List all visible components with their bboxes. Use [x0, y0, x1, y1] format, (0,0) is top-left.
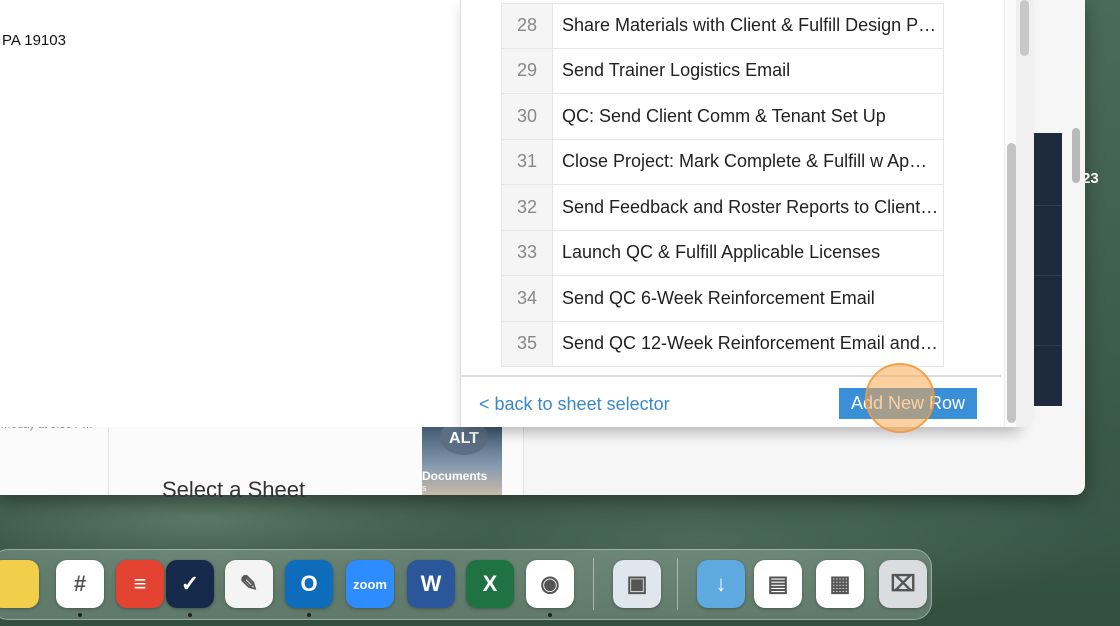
preview-icon[interactable]: ▣	[613, 560, 661, 608]
todoist-icon[interactable]: ≡	[116, 560, 164, 608]
table-row[interactable]: 28 Share Materials with Client & Fulfill …	[501, 3, 944, 49]
table-row[interactable]: 34 Send QC 6-Week Reinforcement Email	[501, 276, 944, 322]
smartsheet-icon[interactable]: ✓	[166, 560, 214, 608]
row-title[interactable]: Share Materials with Client & Fulfill De…	[553, 4, 944, 48]
dock: # ≡ ✓ ✎ Ozoom W X ◉ ▣ ↓ ▤ ▦ ⌧	[0, 549, 932, 620]
address-text: PA 19103	[2, 32, 66, 49]
excel-icon[interactable]: X	[466, 560, 514, 608]
outer-scrollbar-thumb[interactable]	[1020, 0, 1029, 56]
dock-separator	[593, 558, 594, 610]
outer-scrollbar-track[interactable]	[1016, 0, 1034, 427]
textedit-icon[interactable]: ✎	[225, 560, 273, 608]
zoom-icon[interactable]: zoom	[346, 560, 394, 608]
trash-icon[interactable]: ⌧	[879, 560, 927, 608]
window-scrollbar-thumb[interactable]	[1072, 128, 1080, 183]
running-indicator	[78, 613, 82, 617]
word-icon[interactable]: W	[407, 560, 455, 608]
row-title[interactable]: QC: Send Client Comm & Tenant Set Up	[553, 94, 944, 139]
table-row[interactable]: 30 QC: Send Client Comm & Tenant Set Up	[501, 94, 944, 140]
row-title[interactable]: Close Project: Mark Complete & Fulfill w…	[553, 139, 944, 184]
table-row[interactable]: 33 Launch QC & Fulfill Applicable License…	[501, 230, 944, 276]
table-row[interactable]: 31 Close Project: Mark Complete & Fulfill…	[501, 139, 944, 185]
table-row[interactable]: 29 Send Trainer Logistics Email	[501, 48, 944, 94]
alt-documents-tile[interactable]: ALT Documents s	[422, 427, 502, 495]
row-title[interactable]: Launch QC & Fulfill Applicable Licenses	[553, 230, 944, 275]
downloads-folder-icon[interactable]: ↓	[697, 560, 745, 608]
documents-label: Documents	[422, 469, 488, 483]
row-number: 29	[501, 48, 553, 93]
row-number: 33	[501, 230, 553, 275]
documents-sub-label: s	[422, 483, 427, 493]
running-indicator	[307, 613, 311, 617]
row-number: 34	[501, 276, 553, 321]
add-new-row-button[interactable]: Add New Row	[839, 388, 977, 419]
row-number: 31	[501, 139, 553, 184]
address-pane: PA 19103	[0, 0, 462, 427]
row-title[interactable]: Send Feedback and Roster Reports to Clie…	[553, 185, 944, 230]
side-number: 23	[1082, 170, 1099, 187]
spreadsheet-thumbnail-icon[interactable]: ▦	[816, 560, 864, 608]
row-title[interactable]: Send QC 6-Week Reinforcement Email	[553, 276, 944, 321]
row-title[interactable]: Send QC 12-Week Reinforcement Email and…	[553, 321, 944, 366]
slack-icon[interactable]: #	[56, 560, 104, 608]
dock-separator	[677, 558, 678, 610]
document-thumbnail-icon[interactable]: ▤	[754, 560, 802, 608]
dialog-scrollbar-thumb[interactable]	[1007, 143, 1016, 423]
sheet-selector-area: …oday at 3:36 P… Select a Sheet ALT Docu…	[0, 419, 525, 502]
row-title[interactable]: Send Trainer Logistics Email	[553, 48, 944, 93]
rows-table: 28 Share Materials with Client & Fulfill …	[501, 3, 944, 367]
running-indicator	[188, 613, 192, 617]
table-row[interactable]: 35 Send QC 12-Week Reinforcement Email an…	[501, 321, 944, 367]
row-number: 28	[501, 4, 553, 48]
alt-badge: ALT	[440, 427, 488, 455]
chrome-icon[interactable]: ◉	[526, 560, 574, 608]
select-sheet-title: Select a Sheet	[162, 477, 306, 502]
row-number: 35	[501, 321, 553, 366]
running-indicator	[548, 613, 552, 617]
back-to-sheet-selector-link[interactable]: < back to sheet selector	[479, 394, 670, 415]
table-row[interactable]: 32 Send Feedback and Roster Reports to Cl…	[501, 185, 944, 231]
row-selector-dialog: 28 Share Materials with Client & Fulfill …	[460, 0, 1019, 433]
outlook-icon[interactable]: O	[285, 560, 333, 608]
footer-divider	[461, 375, 1001, 377]
notes-icon[interactable]	[0, 560, 39, 608]
row-number: 30	[501, 94, 553, 139]
row-number: 32	[501, 185, 553, 230]
